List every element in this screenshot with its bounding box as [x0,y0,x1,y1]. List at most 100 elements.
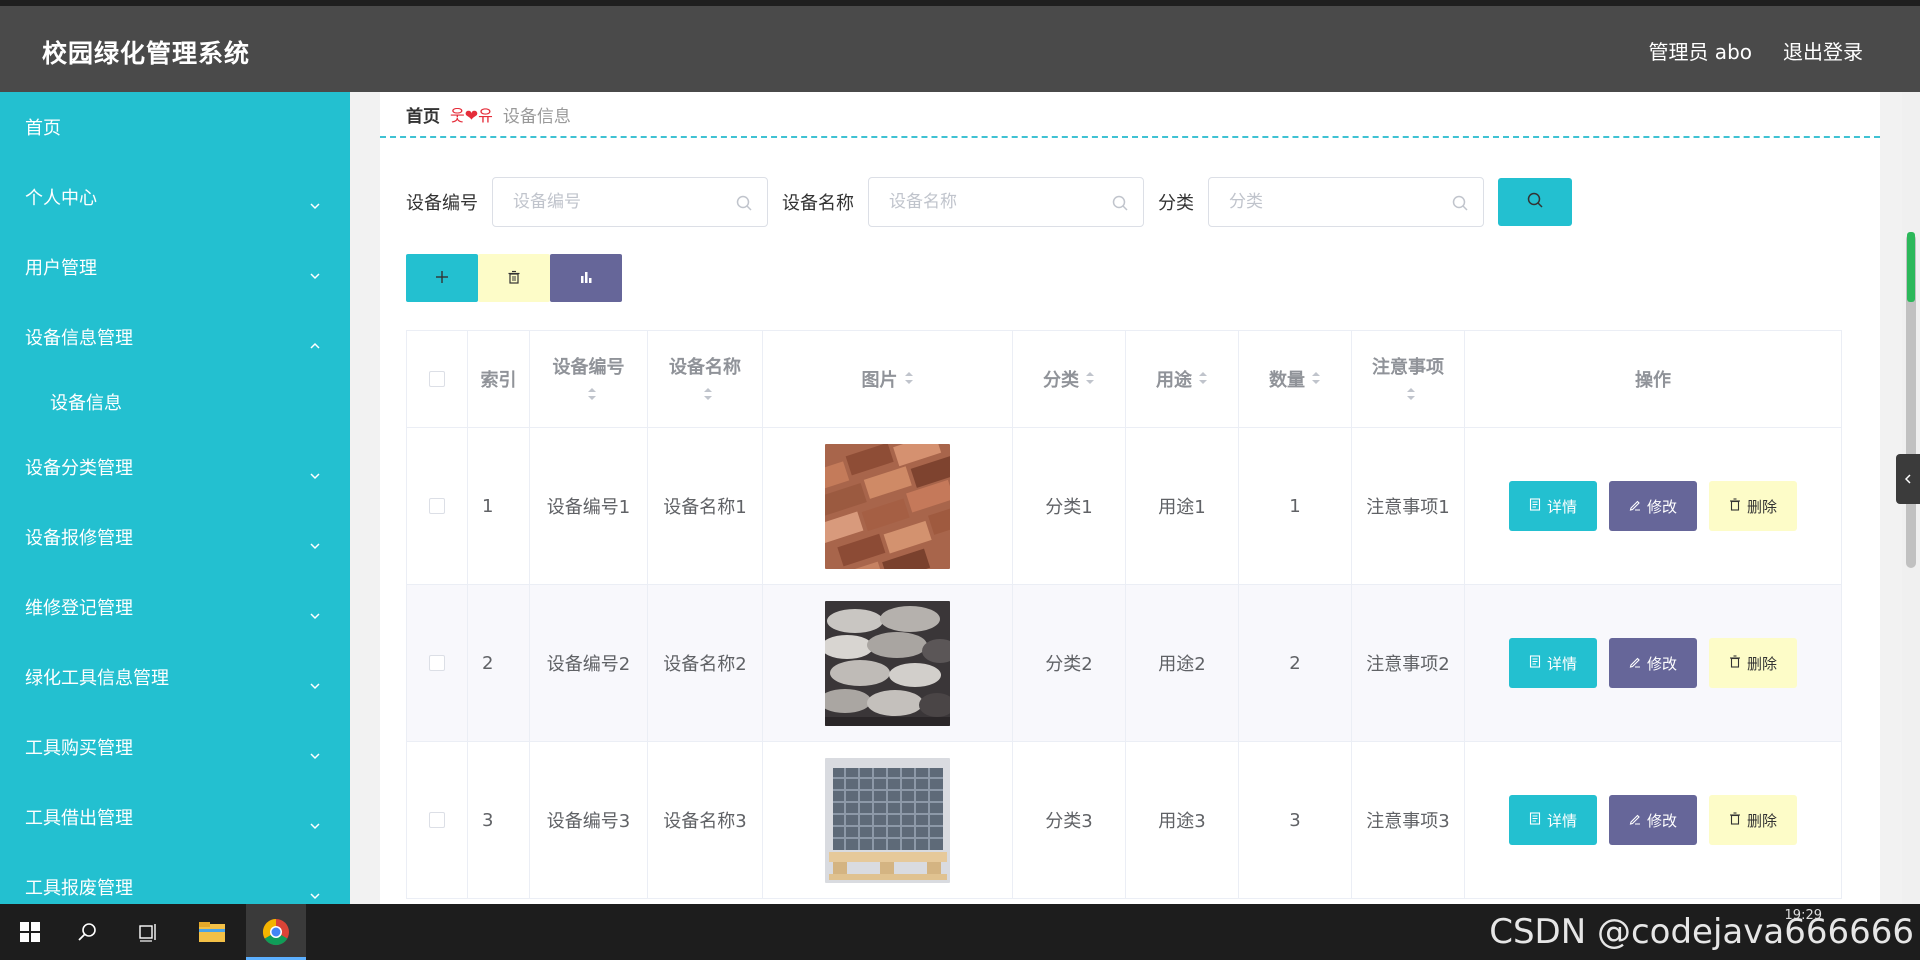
delete-label: 删除 [1746,654,1777,673]
chrome-icon[interactable] [254,912,298,952]
breadcrumb-home[interactable]: 首页 [406,102,440,127]
header-image[interactable]: 图片 [763,331,1013,427]
search-label-category: 分类 [1158,193,1194,214]
statistics-button[interactable] [550,254,622,302]
csdn-watermark: CSDN @codejava666666 [1489,912,1914,952]
equipment-table: 索引 设备编号 设备名称 图片 分类 用途 数量 注意事项 操作 1 设备编号1… [406,330,1842,899]
sidebar-item-label: 个人中心 [25,188,97,209]
cell-usage: 用途1 [1126,428,1239,584]
cell-image [763,428,1013,584]
os-taskbar: 19:29 CSDN @codejava666666 [0,904,1920,960]
sidebar-item-label: 绿化工具信息管理 [25,668,169,689]
header-equipment-name[interactable]: 设备名称 [648,331,763,427]
trash-icon [507,269,521,288]
cell-index: 3 [468,742,530,898]
file-explorer-icon[interactable] [190,912,234,952]
equipment-thumbnail[interactable] [825,600,950,726]
select-all-checkbox[interactable] [429,371,445,387]
sort-icon[interactable] [703,385,713,406]
chevron-left-icon [1903,470,1913,489]
row-checkbox[interactable] [429,498,445,514]
detail-button[interactable]: 详情 [1509,795,1597,845]
logout-link[interactable]: 退出登录 [1783,36,1863,65]
header-usage[interactable]: 用途 [1126,331,1239,427]
sidebar-item-label: 工具购买管理 [25,738,133,759]
table-row: 1 设备编号1 设备名称1 分类1 用途1 1 注意事项1 详情 修改 删除 [406,428,1842,585]
equipment-name-input[interactable] [869,178,1143,226]
plus-icon [435,269,449,288]
sidebar-item-equipment-info[interactable]: 设备信息 [0,372,350,432]
delete-button[interactable]: 删除 [1709,638,1797,688]
cell-quantity: 3 [1239,742,1352,898]
cell-image [763,742,1013,898]
toolbar [406,254,622,302]
sidebar-item-repair-report[interactable]: 设备报修管理 [0,502,350,572]
sidebar-item-home[interactable]: 首页 [0,92,350,162]
sidebar-item-equipment-info-management[interactable]: 设备信息管理 [0,302,350,372]
scroll-indicator [1907,232,1915,302]
row-select [406,428,468,584]
header-category[interactable]: 分类 [1013,331,1126,427]
side-panel-toggle[interactable] [1896,454,1920,504]
edit-button[interactable]: 修改 [1609,638,1697,688]
sidebar-item-label: 设备报修管理 [25,528,133,549]
search-icon[interactable] [66,912,110,952]
task-view-icon[interactable] [126,912,170,952]
sort-icon[interactable] [587,385,597,406]
top-header: 校园绿化管理系统 管理员 abo 退出登录 [0,0,1920,92]
sidebar-item-repair-registration[interactable]: 维修登记管理 [0,572,350,642]
sort-icon[interactable] [1198,369,1208,390]
equipment-thumbnail[interactable] [825,757,950,883]
sidebar-item-tool-scrap[interactable]: 工具报废管理 [0,852,350,904]
row-checkbox[interactable] [429,812,445,828]
header-operations: 操作 [1465,331,1842,427]
edit-icon [1629,811,1647,829]
admin-username: 管理员 abo [1648,40,1752,64]
sidebar-item-personal-center[interactable]: 个人中心 [0,162,350,232]
search-icon [735,194,753,212]
equipment-thumbnail[interactable] [825,443,950,569]
header-quantity[interactable]: 数量 [1239,331,1352,427]
add-button[interactable] [406,254,478,302]
cell-notes: 注意事项2 [1352,585,1465,741]
sidebar-item-tool-purchase[interactable]: 工具购买管理 [0,712,350,782]
breadcrumb: 首页 웃❤유 设备信息 [406,96,571,132]
document-icon [1529,654,1547,672]
equipment-no-input[interactable] [493,178,767,226]
batch-delete-button[interactable] [478,254,550,302]
search-form: 设备编号 设备名称 分类 [406,176,1572,228]
row-checkbox[interactable] [429,655,445,671]
cell-equipment-name: 设备名称2 [648,585,763,741]
sidebar-item-user-management[interactable]: 用户管理 [0,232,350,302]
header-label: 注意事项 [1372,356,1444,378]
sidebar-item-tool-lending[interactable]: 工具借出管理 [0,782,350,852]
cell-equipment-name: 设备名称3 [648,742,763,898]
edit-button[interactable]: 修改 [1609,481,1697,531]
detail-button[interactable]: 详情 [1509,481,1597,531]
chevron-up-icon [308,337,322,351]
header-notes[interactable]: 注意事项 [1352,331,1465,427]
cell-equipment-name: 设备名称1 [648,428,763,584]
category-input[interactable] [1209,178,1483,226]
delete-label: 删除 [1746,497,1777,516]
sort-icon[interactable] [904,369,914,390]
sidebar-item-equipment-category[interactable]: 设备分类管理 [0,432,350,502]
delete-button[interactable]: 删除 [1709,481,1797,531]
header-equipment-no[interactable]: 设备编号 [530,331,648,427]
detail-button[interactable]: 详情 [1509,638,1597,688]
sort-icon[interactable] [1311,369,1321,390]
header-label: 数量 [1269,370,1305,391]
table-row: 3 设备编号3 设备名称3 分类3 用途3 3 注意事项3 详情 修改 删除 [406,742,1842,899]
sort-icon[interactable] [1085,369,1095,390]
sidebar-item-green-tools[interactable]: 绿化工具信息管理 [0,642,350,712]
windows-start-icon[interactable] [8,912,52,952]
content-panel: 首页 웃❤유 设备信息 设备编号 设备名称 分类 [380,92,1880,904]
chevron-down-icon [308,677,322,691]
header-select-all [406,331,468,427]
search-button[interactable] [1498,178,1572,226]
header-label: 索引 [480,370,517,391]
search-icon [1111,194,1129,212]
delete-button[interactable]: 删除 [1709,795,1797,845]
edit-button[interactable]: 修改 [1609,795,1697,845]
sort-icon[interactable] [1406,385,1416,406]
